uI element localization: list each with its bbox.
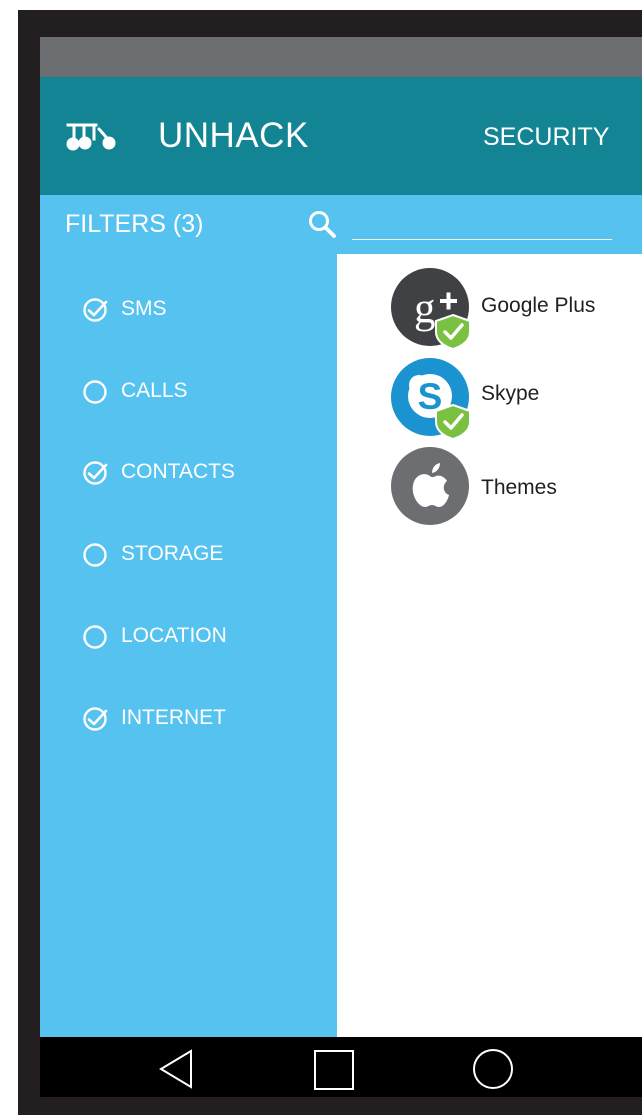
unhack-logo-icon [66, 123, 116, 151]
system-navigation-bar [40, 1037, 642, 1097]
filter-item-sms[interactable]: SMS [40, 282, 337, 334]
back-icon[interactable] [153, 1045, 201, 1093]
app-row-skype[interactable]: S Skype [391, 358, 642, 440]
filter-label-location: LOCATION [121, 624, 227, 647]
filter-item-calls[interactable]: CALLS [40, 364, 337, 416]
app-title: UNHACK [158, 116, 309, 155]
filter-label-sms: SMS [121, 297, 167, 320]
app-row-themes[interactable]: Themes [391, 447, 642, 529]
checked-circle-icon [83, 707, 108, 731]
app-list: g Google Plus S Skype Themes [337, 254, 642, 1037]
filter-label-calls: CALLS [121, 379, 188, 402]
status-bar [40, 37, 642, 77]
filter-label-storage: STORAGE [121, 542, 224, 565]
filters-title: FILTERS (3) [65, 210, 204, 238]
search-icon[interactable] [306, 208, 338, 240]
filter-item-contacts[interactable]: CONTACTS [40, 445, 337, 497]
verified-shield-icon [435, 403, 471, 438]
unchecked-circle-icon [83, 380, 107, 404]
apple-icon [391, 447, 469, 525]
filter-item-storage[interactable]: STORAGE [40, 527, 337, 579]
filter-item-location[interactable]: LOCATION [40, 609, 337, 661]
app-name-google-plus: Google Plus [481, 294, 596, 317]
search-input[interactable] [352, 205, 612, 240]
checked-circle-icon [83, 461, 108, 485]
filter-item-internet[interactable]: INTERNET [40, 691, 337, 743]
google-plus-icon: g [391, 268, 471, 348]
unchecked-circle-icon [83, 625, 107, 649]
unchecked-circle-icon [83, 543, 107, 567]
app-bar: UNHACK SECURITY [40, 77, 642, 195]
filter-label-contacts: CONTACTS [121, 460, 235, 483]
phone-screen: UNHACK SECURITY FILTERS (3) SMS CALLS CO… [40, 37, 642, 1097]
recents-icon[interactable] [469, 1045, 517, 1093]
filter-label-internet: INTERNET [121, 706, 226, 729]
app-row-google-plus[interactable]: g Google Plus [391, 268, 642, 350]
verified-shield-icon [435, 313, 471, 348]
home-icon[interactable] [311, 1045, 359, 1093]
filters-header: FILTERS (3) [40, 195, 642, 254]
security-tab[interactable]: SECURITY [483, 122, 609, 152]
checked-circle-icon [83, 298, 108, 322]
app-name-themes: Themes [481, 476, 557, 499]
svg-text:g: g [414, 285, 436, 332]
filter-panel: SMS CALLS CONTACTS STORAGE LOCATION INTE… [40, 254, 337, 1037]
app-name-skype: Skype [481, 382, 540, 405]
skype-icon: S [391, 358, 471, 438]
